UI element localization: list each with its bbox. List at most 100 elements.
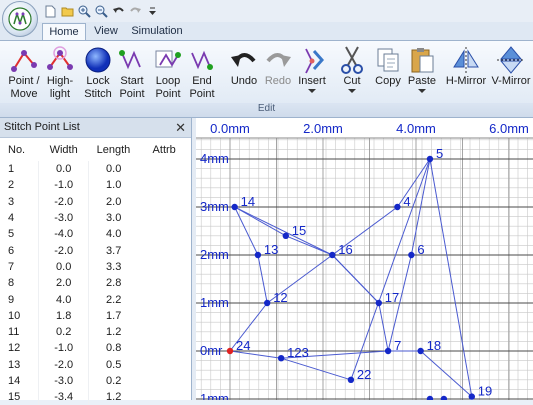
cell-attrb — [138, 291, 190, 307]
cell-attrb — [138, 161, 190, 177]
app-menu-button[interactable] — [2, 1, 38, 37]
stitch-point[interactable] — [264, 299, 271, 307]
stitch-point[interactable] — [347, 376, 355, 383]
cell-length: 1.2 — [88, 323, 139, 341]
stitch-point[interactable] — [426, 155, 434, 163]
h-mirror-label: H-Mirror — [445, 75, 487, 87]
new-icon[interactable] — [44, 4, 57, 18]
zoom-out-icon[interactable] — [95, 4, 108, 18]
cut-icon — [341, 46, 363, 74]
y-tick-label: 4mm — [200, 151, 229, 166]
zoom-in-icon[interactable] — [78, 4, 91, 18]
customize-icon[interactable] — [146, 4, 159, 18]
stitch-point[interactable] — [231, 203, 238, 211]
cell-length: 2.8 — [88, 275, 139, 292]
tab-simulation[interactable]: Simulation — [128, 23, 186, 40]
cell-width: -4.0 — [38, 226, 89, 243]
table-header: No. Width Length Attrb — [0, 138, 190, 161]
h-mirror-button[interactable]: H-Mirror — [444, 43, 488, 103]
stitch-point[interactable] — [408, 251, 415, 259]
table-row[interactable]: 10 1.8 1.7 — [0, 307, 190, 324]
table-row[interactable]: 14 -3.0 0.2 — [0, 372, 190, 390]
tab-home[interactable]: Home — [42, 23, 86, 40]
table-row[interactable]: 4 -3.0 3.0 — [0, 209, 190, 227]
stitch-point-label: 18 — [427, 338, 441, 353]
panel-title-text: Stitch Point List — [4, 121, 80, 133]
table-row[interactable]: 5 -4.0 4.0 — [0, 226, 190, 243]
cell-attrb — [138, 242, 190, 258]
stitch-point[interactable] — [254, 251, 262, 259]
cell-attrb — [138, 389, 190, 405]
start-point-icon — [119, 50, 141, 70]
cut-dropdown-arrow[interactable] — [348, 89, 356, 93]
stitch-point-label: 19 — [478, 384, 492, 399]
cell-width: 4.0 — [38, 291, 89, 308]
table-row[interactable]: 8 2.0 2.8 — [0, 275, 190, 292]
point-move-icon — [11, 50, 37, 72]
table-row[interactable]: 12 -1.0 0.8 — [0, 340, 190, 357]
table-row[interactable]: 2 -1.0 1.0 — [0, 177, 190, 194]
cell-no: 8 — [8, 277, 15, 290]
undo-icon[interactable] — [112, 4, 125, 18]
cell-length: 3.0 — [88, 209, 139, 227]
stitch-point[interactable] — [277, 355, 285, 362]
tab-view[interactable]: View — [88, 23, 124, 40]
stitch-point-label: 7 — [394, 338, 401, 353]
column-header-no[interactable]: No. — [0, 138, 39, 161]
cell-no: 12 — [8, 342, 21, 355]
table-row[interactable]: 9 4.0 2.2 — [0, 291, 190, 308]
column-header-attrb[interactable]: Attrb — [138, 138, 190, 161]
column-header-width[interactable]: Width — [39, 138, 89, 161]
paste-icon — [411, 48, 434, 73]
stitch-point[interactable] — [394, 203, 401, 211]
table-row[interactable]: 1 0.0 0.0 — [0, 161, 190, 178]
stitch-point[interactable] — [282, 232, 289, 239]
table-row[interactable]: 13 -2.0 0.5 — [0, 356, 190, 373]
paste-button[interactable]: Paste — [400, 43, 444, 103]
end-point-button[interactable]: End Point — [180, 43, 224, 103]
stitch-point-label: 13 — [264, 242, 278, 257]
insert-button[interactable]: Insert — [290, 43, 334, 103]
stitch-point[interactable] — [384, 347, 392, 355]
insert-label: Insert — [298, 75, 326, 87]
stitch-canvas[interactable]: 0.0mm 2.0mm 4.0mm 6.0mm 4mm 3mm 2mm 1mm 0mr 1mm 5 4… — [196, 118, 533, 400]
cell-width: 0.0 — [38, 161, 89, 178]
paste-dropdown-arrow[interactable] — [418, 89, 426, 93]
cell-no: 2 — [8, 179, 15, 192]
close-icon[interactable]: ✕ — [175, 118, 186, 137]
cell-attrb — [138, 373, 190, 389]
table-row[interactable]: 3 -2.0 2.0 — [0, 193, 190, 210]
insert-dropdown-arrow[interactable] — [308, 89, 316, 93]
stitch-point-label: 12 — [273, 290, 287, 305]
stitch-point-label: 24 — [236, 338, 250, 353]
x-tick-label: 4.0mm — [396, 121, 436, 136]
ribbon-tabs: Home View Simulation — [0, 22, 533, 40]
quick-access-toolbar — [44, 3, 159, 19]
cell-attrb — [138, 259, 190, 275]
stitch-point[interactable] — [226, 347, 234, 355]
table-row[interactable]: 11 0.2 1.2 — [0, 323, 190, 341]
y-tick-label: 1mm — [200, 295, 229, 310]
cell-width: -3.0 — [38, 209, 89, 227]
stitch-point[interactable] — [375, 299, 382, 307]
cell-length: 3.7 — [88, 242, 139, 259]
stitch-point[interactable] — [417, 347, 424, 355]
cell-no: 3 — [8, 195, 15, 208]
table-row[interactable]: 7 0.0 3.3 — [0, 258, 190, 276]
table-row[interactable]: 15 -3.4 1.2 — [0, 389, 190, 405]
v-mirror-button[interactable]: V-Mirror — [489, 43, 533, 103]
end-point-icon — [191, 50, 213, 70]
stitch-point[interactable] — [329, 251, 336, 259]
cell-length: 1.2 — [88, 389, 139, 405]
cell-attrb — [138, 275, 190, 291]
redo-icon[interactable] — [129, 4, 142, 18]
stitch-point-label: 123 — [287, 345, 309, 360]
column-header-length[interactable]: Length — [89, 138, 139, 161]
cell-length: 2.0 — [88, 193, 139, 210]
cell-length: 3.3 — [88, 258, 139, 276]
open-icon[interactable] — [61, 4, 74, 18]
x-tick-label: 0.0mm — [210, 121, 250, 136]
table-row[interactable]: 6 -2.0 3.7 — [0, 242, 190, 259]
stitch-point[interactable] — [468, 393, 475, 400]
highlight-icon — [47, 46, 73, 70]
